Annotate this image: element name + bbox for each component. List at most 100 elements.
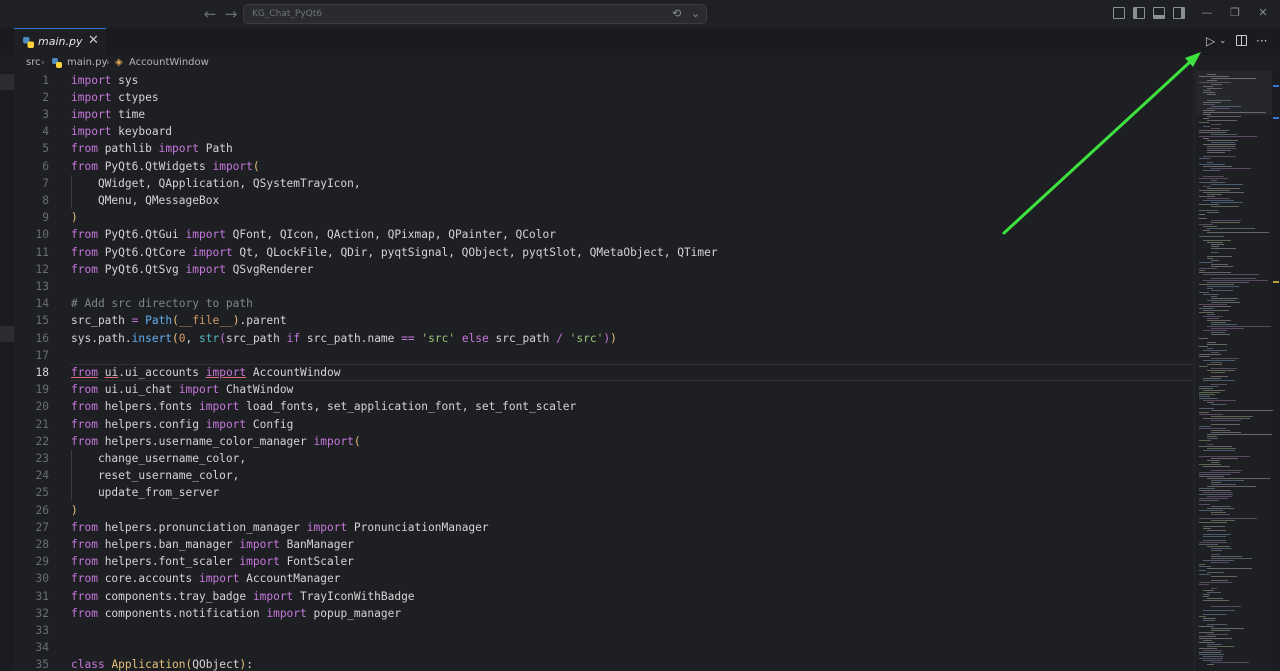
minimap-line	[1207, 624, 1227, 625]
toggle-primary-sidebar-icon[interactable]	[1133, 7, 1145, 19]
minimap-line	[1203, 138, 1209, 139]
code-line[interactable]: import ctypes	[71, 89, 159, 106]
code-token: core.accounts	[97, 572, 199, 586]
code-token: helpers.font_scaler	[97, 555, 240, 569]
code-line[interactable]: from components.notification import popu…	[71, 605, 401, 622]
minimap-line	[1199, 582, 1232, 583]
minimap-line	[1199, 542, 1227, 543]
code-line[interactable]: from PyQt6.QtWidgets import(	[71, 158, 260, 175]
code-line[interactable]: from PyQt6.QtSvg import QSvgRenderer	[71, 261, 314, 278]
code-line[interactable]: sys.path.insert(0, str(src_path if src_p…	[71, 330, 617, 347]
run-python-file-icon[interactable]: ▷	[1206, 33, 1215, 49]
minimap-line	[1199, 544, 1218, 545]
minimap-line	[1211, 352, 1219, 353]
code-line[interactable]: from core.accounts import AccountManager	[71, 570, 340, 587]
code-token: import	[239, 537, 280, 551]
code-line[interactable]: QMenu, QMessageBox	[71, 192, 219, 209]
split-editor-icon[interactable]	[1236, 35, 1247, 46]
minimap-line	[1211, 548, 1232, 549]
copilot-icon[interactable]: ⟲	[672, 6, 681, 22]
line-number: 24	[35, 469, 49, 483]
minimap-line	[1203, 380, 1235, 381]
code-line[interactable]: QWidget, QApplication, QSystemTrayIcon,	[71, 175, 361, 192]
code-line[interactable]: update_from_server	[71, 484, 219, 501]
toggle-secondary-sidebar-icon[interactable]	[1173, 7, 1185, 19]
minimap-line	[1211, 630, 1230, 631]
code-editor[interactable]: 1 2 3 4 5 6 7 8 9 10 11 12 13 14 15 16 17 18 19 20 21 22 23 24 2…	[14, 71, 1194, 671]
code-token: Path	[199, 142, 233, 156]
minimap-line	[1211, 520, 1235, 521]
code-line[interactable]: import keyboard	[71, 123, 172, 140]
arrow-right-icon[interactable]: →	[222, 5, 240, 23]
code-line[interactable]: )	[71, 209, 78, 226]
tab-main-py[interactable]: main.py ✕	[14, 28, 106, 55]
minimap[interactable]	[1194, 71, 1280, 671]
restore-icon[interactable]: ❐	[1225, 4, 1245, 22]
minimap-line	[1211, 420, 1241, 421]
code-line[interactable]: from PyQt6.QtCore import Qt, QLockFile, …	[71, 244, 718, 261]
code-token: src_path	[71, 314, 132, 328]
code-token: .ui_accounts	[118, 365, 206, 379]
minimize-icon[interactable]: —	[1197, 4, 1217, 22]
code-token: import	[158, 142, 199, 156]
code-line[interactable]: class Application(QObject):	[71, 656, 253, 671]
window-close-icon[interactable]: ✕	[1253, 4, 1273, 22]
breadcrumb-symbol[interactable]: AccountWindow	[129, 55, 209, 71]
code-line[interactable]: from PyQt6.QtGui import QFont, QIcon, QA…	[71, 226, 556, 243]
scrollbar-marker	[1273, 281, 1279, 283]
minimap-line	[1199, 356, 1210, 357]
close-icon[interactable]: ✕	[88, 33, 99, 49]
vertical-scrollbar[interactable]	[1272, 71, 1280, 671]
code-line[interactable]: from helpers.username_color_manager impo…	[71, 433, 361, 450]
code-line[interactable]: from ui.ui_accounts import AccountWindow	[71, 364, 340, 381]
minimap-line	[1211, 266, 1233, 267]
breadcrumb-folder[interactable]: src	[26, 55, 41, 71]
code-line[interactable]: from helpers.font_scaler import FontScal…	[71, 553, 354, 570]
code-line[interactable]: from ui.ui_chat import ChatWindow	[71, 381, 293, 398]
minimap-line	[1207, 188, 1240, 189]
chevron-down-icon[interactable]: ⌄	[691, 6, 700, 22]
code-token: QFont, QIcon, QAction, QPixmap, QPainter…	[225, 228, 556, 242]
customize-layout-icon[interactable]	[1113, 7, 1125, 19]
code-line[interactable]: src_path = Path(__file__).parent	[71, 312, 287, 329]
command-center[interactable]: KG_Chat_PyQt6 ⟲ ⌄	[243, 4, 707, 24]
code-line[interactable]: from helpers.pronunciation_manager impor…	[71, 519, 489, 536]
code-token: (	[252, 159, 260, 173]
code-line[interactable]: reset_username_color,	[71, 467, 239, 484]
chevron-down-icon[interactable]: ⌄	[1219, 33, 1227, 49]
minimap-line	[1199, 392, 1220, 393]
code-token: src_path.name	[300, 331, 402, 345]
code-token: from	[71, 555, 98, 569]
minimap-line	[1203, 310, 1229, 311]
code-line[interactable]: from components.tray_badge import TrayIc…	[71, 588, 415, 605]
line-number: 11	[35, 245, 49, 259]
arrow-left-icon[interactable]: ←	[201, 5, 219, 23]
minimap-line	[1203, 378, 1221, 379]
minimap-line	[1211, 264, 1228, 265]
code-token: import	[205, 417, 247, 431]
code-line[interactable]: import sys	[71, 72, 138, 89]
minimap-line	[1203, 166, 1232, 167]
code-line[interactable]: change_username_color,	[71, 450, 246, 467]
minimap-line	[1203, 118, 1209, 119]
code-line[interactable]: import time	[71, 106, 145, 123]
code-token: PyQt6.QtGui	[97, 228, 186, 242]
minimap-line	[1207, 288, 1213, 289]
toggle-panel-icon[interactable]	[1153, 7, 1165, 19]
code-line[interactable]: from helpers.config import Config	[71, 416, 293, 433]
code-token: from	[71, 142, 98, 156]
code-token: PyQt6.QtWidgets	[97, 159, 213, 173]
code-line[interactable]: # Add src directory to path	[71, 295, 253, 312]
code-line[interactable]: from pathlib import Path	[71, 140, 233, 157]
code-line[interactable]: from helpers.fonts import load_fonts, se…	[71, 398, 576, 415]
command-center-text: KG_Chat_PyQt6	[252, 9, 323, 19]
minimap-line	[1199, 574, 1210, 575]
minimap-line	[1207, 194, 1222, 195]
minimap-line	[1199, 224, 1213, 225]
minimap-line	[1203, 112, 1266, 113]
code-line[interactable]: )	[71, 502, 78, 519]
minimap-line	[1203, 200, 1234, 201]
more-actions-icon[interactable]: ···	[1256, 33, 1267, 49]
code-line[interactable]: from helpers.ban_manager import BanManag…	[71, 536, 354, 553]
breadcrumb-file[interactable]: main.py	[67, 55, 107, 71]
